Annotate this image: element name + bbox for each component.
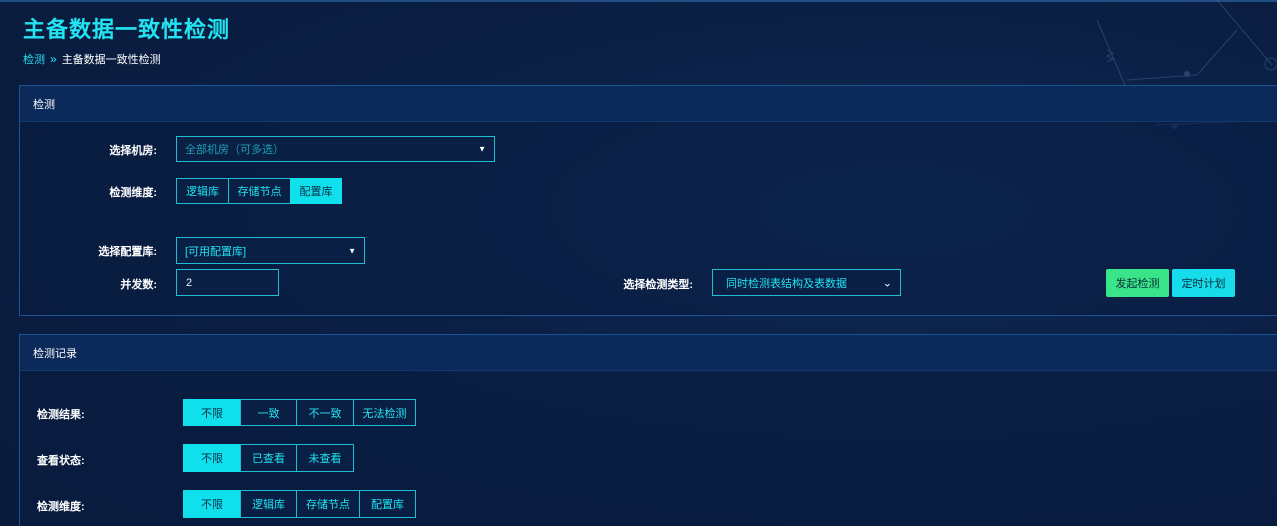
result-option-inconsistent[interactable]: 不一致 [296,399,354,426]
view-status-option-unviewed[interactable]: 未查看 [296,444,354,472]
records-dimension-option-logic-db[interactable]: 逻辑库 [240,490,297,518]
room-select[interactable]: 全部机房（可多选） ▼ [176,136,495,162]
breadcrumb-root-link[interactable]: 检测 [23,51,45,67]
room-label: 选择机房: [109,145,157,157]
records-dimension-label: 检测维度: [37,501,85,513]
records-dimension-option-any[interactable]: 不限 [183,490,241,518]
records-panel-header: 检测记录 [20,335,1277,371]
dimension-option-logic-db[interactable]: 逻辑库 [176,178,229,204]
detect-panel-header: 检测 [20,86,1277,122]
dimension-option-config-db[interactable]: 配置库 [290,178,342,204]
view-status-segmented-control: 不限 已查看 未查看 [183,444,354,472]
caret-down-icon: ▼ [348,246,356,255]
check-type-label: 选择检测类型: [623,279,693,291]
breadcrumb-current: 主备数据一致性检测 [61,54,161,66]
records-dimension-segmented-control: 不限 逻辑库 存储节点 配置库 [183,490,416,518]
config-db-value: [可用配置库] [185,245,247,258]
result-option-undetectable[interactable]: 无法检测 [353,399,416,426]
result-option-consistent[interactable]: 一致 [240,399,297,426]
view-status-label: 查看状态: [37,455,85,467]
breadcrumb: 检测 » 主备数据一致性检测 [23,51,161,67]
view-status-option-any[interactable]: 不限 [183,444,241,472]
page-title: 主备数据一致性检测 [23,17,231,42]
chevron-down-icon: ⌄ [882,277,892,289]
dimension-label: 检测维度: [109,187,157,199]
caret-down-icon: ▼ [478,144,486,154]
records-dimension-option-storage-node[interactable]: 存储节点 [296,490,360,518]
view-status-option-viewed[interactable]: 已查看 [240,444,297,472]
concurrency-input[interactable]: 2 [176,269,279,296]
dimension-segmented-control: 逻辑库 存储节点 配置库 [176,178,342,204]
check-type-select[interactable]: 同时检测表结构及表数据 ⌄ [712,269,901,296]
config-db-select[interactable]: [可用配置库] ▼ [176,237,365,264]
concurrency-label: 并发数: [120,279,157,291]
config-db-label: 选择配置库: [98,246,157,258]
start-detection-button[interactable]: 发起检测 [1106,269,1169,297]
result-option-any[interactable]: 不限 [183,399,241,426]
dimension-option-storage-node[interactable]: 存储节点 [228,178,291,204]
schedule-plan-button[interactable]: 定时计划 [1172,269,1235,297]
result-segmented-control: 不限 一致 不一致 无法检测 [183,399,416,426]
room-select-placeholder: 全部机房（可多选） [185,144,284,156]
check-type-value: 同时检测表结构及表数据 [726,277,847,290]
result-label: 检测结果: [37,409,85,421]
breadcrumb-separator: » [50,52,57,66]
records-dimension-option-config-db[interactable]: 配置库 [359,490,416,518]
